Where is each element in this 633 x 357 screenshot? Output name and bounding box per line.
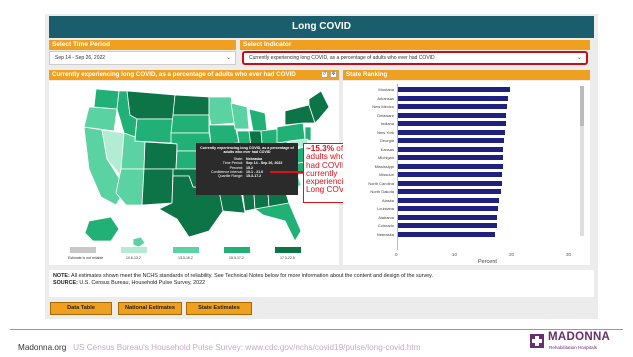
chevron-down-icon: ⌄ [576,55,582,61]
state-michigan[interactable] [248,108,268,132]
axis-title: Percent [478,259,497,265]
bar-label: Arkansas [377,95,394,101]
national-estimates-button[interactable]: National Estimates [118,302,182,315]
bar-label: Colorado [377,223,394,228]
state-montana[interactable] [126,90,176,120]
state-estimates-button[interactable]: State Estimates [186,302,252,315]
logo-subtitle: Rehabilitation Hospitals [549,345,598,350]
state-hawaii[interactable] [132,236,146,248]
state-north-dakota[interactable] [172,94,210,116]
data-table-button[interactable]: Data Table [50,302,112,315]
bar-label: Montana [378,87,394,92]
map-pan-icon[interactable]: ✥ [330,71,337,78]
map-tooltip: Currently experiencing long COVID, as a … [196,143,298,195]
legend-swatch-3 [224,247,250,253]
ranking-bar[interactable] [398,223,497,228]
footer-site: Madonna.org [18,343,67,352]
bar-label: Mississippi [374,163,394,169]
ranking-bar[interactable] [398,214,498,220]
ranking-bar[interactable] [398,163,503,169]
state-new-mexico[interactable] [141,168,174,206]
axis-tick: 20 [509,252,515,257]
legend-label-3: 15.3-17.2 [229,256,244,260]
map-panel-heading: Currently experiencing long COVID, as a … [49,70,339,80]
legend-label-2: 13.3-15.2 [178,256,193,260]
ranking-bar[interactable] [398,129,506,135]
ranking-bar[interactable] [398,121,506,126]
ranking-bar[interactable] [398,87,510,92]
axis-tick: 0 [395,252,398,257]
note-label: NOTE: [53,273,70,279]
time-period-value: Sep 14 - Sep 26, 2022 [55,55,106,61]
notes-section: NOTE: All estimates shown meet the NCHS … [49,270,594,297]
state-colorado[interactable] [143,141,178,170]
indicator-select[interactable]: Currently experiencing long COVID, as a … [242,51,588,65]
bar-label: Indiana [380,121,394,126]
legend-label-1: 10.6-13.2 [126,256,141,260]
dashboard-title: Long COVID [49,16,594,38]
bar-label: New Mexico [372,104,394,109]
legend-label-unreliable: Estimate is not reliable [68,256,104,260]
ranking-bar[interactable] [398,112,507,118]
bar-label: Nebraska [376,231,394,237]
tooltip-row: Quartile Range: 15.3-17.2 [217,174,262,179]
legend-swatch-1 [121,247,147,253]
logo-name: MADONNA [548,331,611,343]
bar-label: Kansas [380,146,394,152]
axis-tick: 30 [566,252,572,257]
legend-label-4: 17.3-22.5 [280,256,295,260]
ranking-bar[interactable] [398,189,502,194]
bar-label: Louisiana [376,206,394,211]
callout-arrow [270,171,304,173]
bar-label: Missouri [379,172,394,177]
bar-label: Georgia [379,138,394,143]
source-label: SOURCE: [53,280,78,286]
legend-swatch-unreliable [70,247,96,253]
ranking-y-axis [397,84,398,250]
state-oregon[interactable] [83,106,118,132]
ranking-bar[interactable] [398,155,504,160]
ranking-bar[interactable] [398,95,508,101]
ranking-panel-heading: State Ranking [343,70,590,80]
indicator-label: Select Indicator [240,40,590,50]
ranking-bar[interactable] [398,231,496,237]
ranking-bar[interactable] [398,146,504,152]
footer-divider [10,329,623,330]
note-text: All estimates shown meet the NCHS standa… [70,273,433,279]
ranking-scrollbar[interactable] [580,86,584,236]
bar-label: North Carolina [368,180,394,186]
state-wyoming[interactable] [134,118,174,144]
bar-label: Michigan [377,155,394,160]
ranking-bar[interactable] [398,138,505,143]
footer-source: Madonna.org US Census Bureau's Household… [18,343,421,352]
time-period-label: Select Time Period [49,40,236,50]
state-alaska[interactable] [84,216,120,242]
time-period-select[interactable]: Sep 14 - Sep 26, 2022 ⌄ [49,51,236,65]
legend-swatch-2 [173,247,199,253]
ranking-bar[interactable] [398,172,503,177]
ranking-bar[interactable] [398,180,502,186]
state-south-dakota[interactable] [170,114,210,134]
state-minnesota[interactable] [208,96,236,126]
source-text: U.S. Census Bureau, Household Pulse Surv… [79,280,206,286]
legend-swatch-4 [275,247,301,253]
ranking-bar[interactable] [398,206,499,211]
bar-label: Alabama [378,214,394,220]
chevron-down-icon: ⌄ [225,55,231,61]
ranking-bar[interactable] [398,104,508,109]
bar-label: New York [377,129,394,135]
footer-source-link[interactable]: US Census Bureau's Household Pulse Surve… [73,343,420,352]
state-arizona[interactable] [115,168,145,206]
bar-label: Delaware [377,112,394,118]
bar-label: North Dakota [370,189,394,194]
tooltip-title: Currently experiencing long COVID, as a … [200,146,294,155]
state-florida[interactable] [254,202,302,242]
map-reset-icon[interactable]: ↺ [321,71,328,78]
ranking-bar[interactable] [398,197,500,203]
ranking-scrollbar-thumb[interactable] [580,86,584,126]
bar-label: Alaska [381,197,394,203]
state-washington[interactable] [93,88,120,110]
axis-tick: 10 [452,252,458,257]
indicator-value: Currently experiencing long COVID, as a … [249,55,435,61]
